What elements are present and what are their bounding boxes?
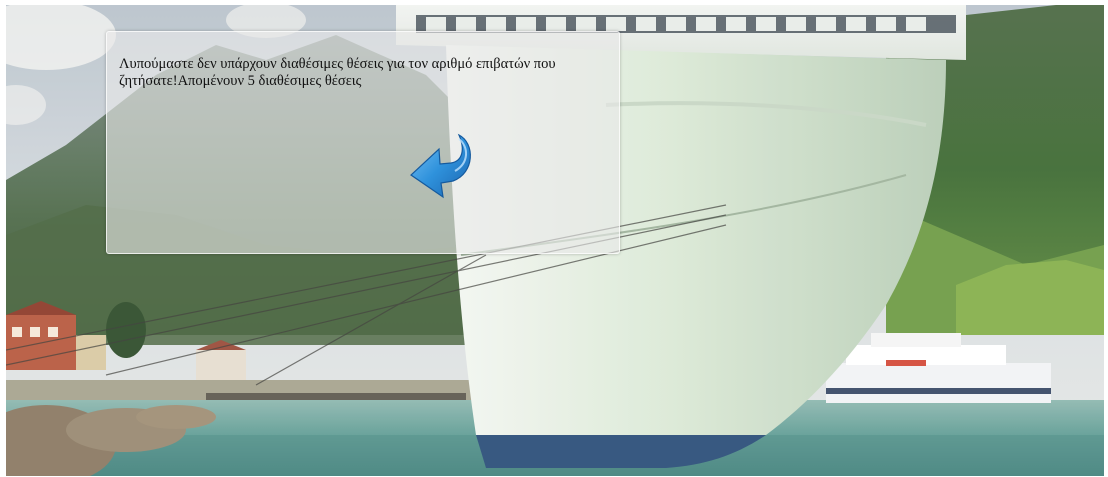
availability-message: Λυπούμαστε δεν υπάρχουν διαθέσιμες θέσει…	[119, 56, 556, 89]
page: Λυπούμαστε δεν υπάρχουν διαθέσιμες θέσει…	[0, 0, 1108, 477]
back-button[interactable]	[409, 133, 477, 207]
message-panel: Λυπούμαστε δεν υπάρχουν διαθέσιμες θέσει…	[106, 31, 620, 254]
back-arrow-icon	[410, 133, 471, 199]
